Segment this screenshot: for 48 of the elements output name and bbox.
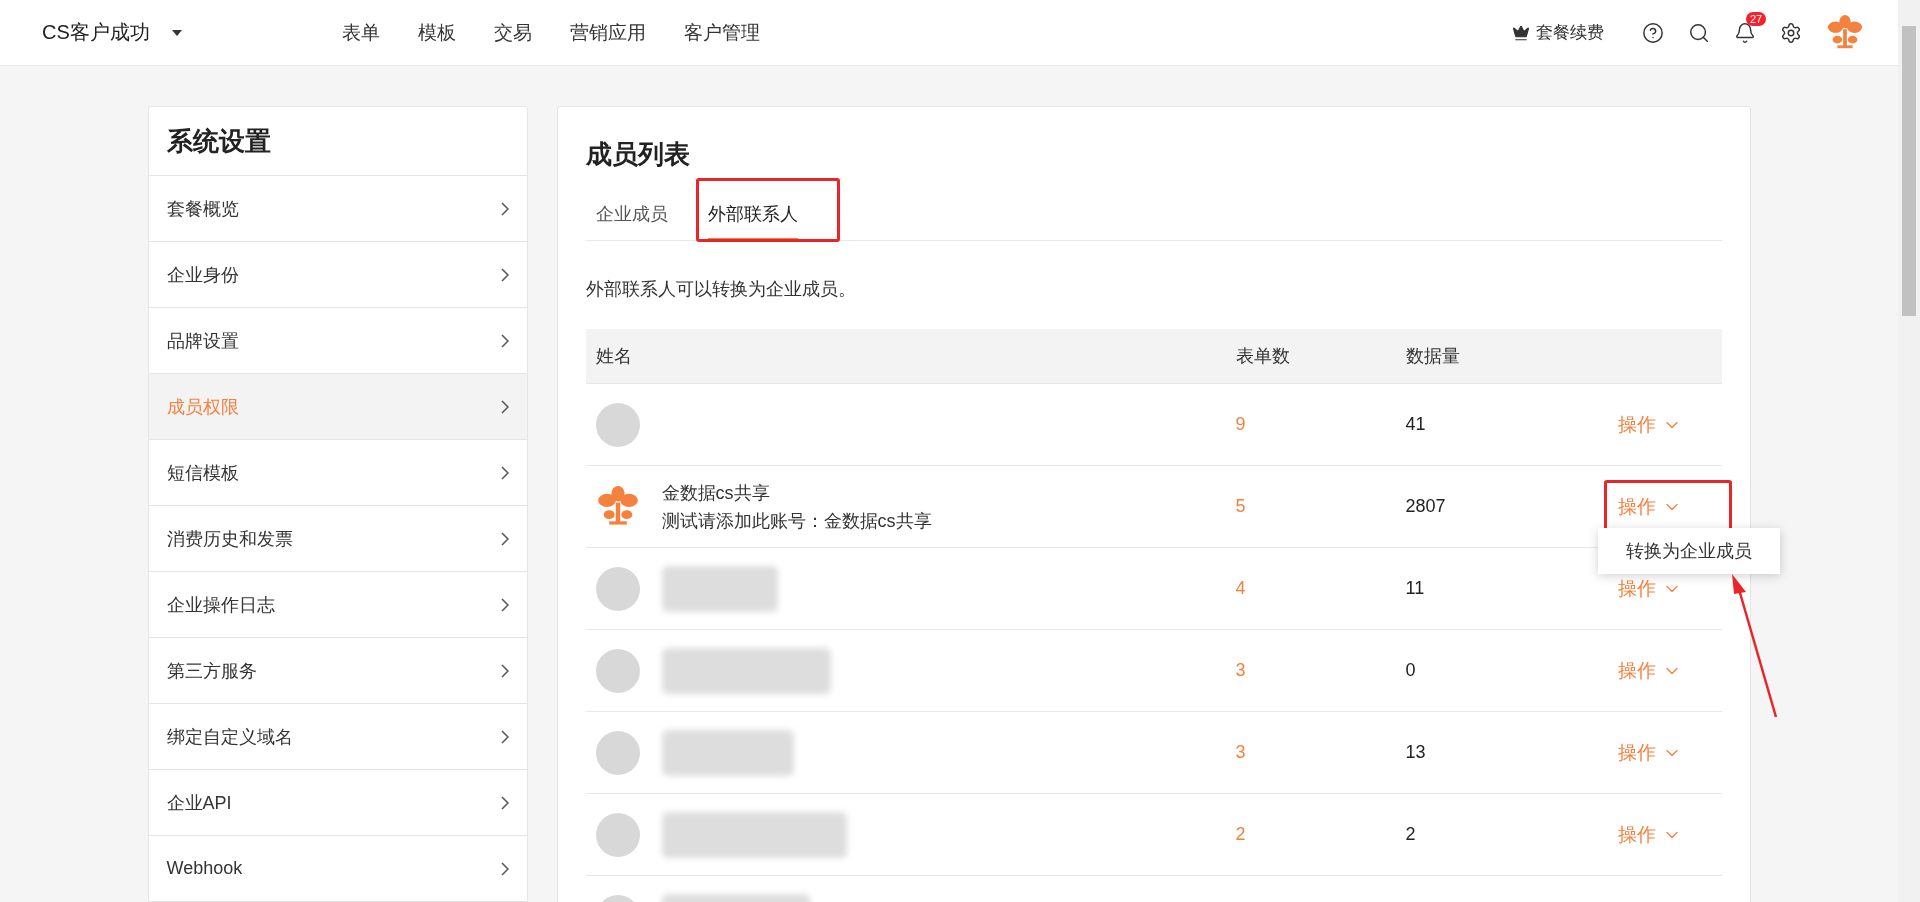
search-icon[interactable] [1688, 21, 1710, 44]
scrollbar[interactable] [1898, 0, 1920, 902]
bell-icon[interactable] [1734, 21, 1756, 44]
panel-title: 成员列表 [585, 138, 691, 171]
form-count: 3 [1235, 660, 1247, 681]
caret-icon[interactable] [171, 29, 182, 36]
form-count: 3 [1235, 742, 1247, 763]
chevron-right-icon [500, 861, 509, 876]
chevron-right-icon [500, 333, 509, 348]
data-count: 11 [1405, 578, 1426, 599]
chevron-right-icon [500, 795, 509, 810]
data-count: 2807 [1405, 496, 1447, 517]
settings-icon[interactable] [1780, 21, 1802, 44]
data-count: 0 [1405, 660, 1417, 681]
nav-link[interactable]: 模板 [417, 19, 456, 46]
nav-link[interactable]: 营销应用 [569, 19, 646, 46]
chevron-right-icon [500, 597, 509, 612]
tab[interactable]: 外部联系人 [707, 192, 798, 240]
data-count: 2 [1405, 824, 1417, 845]
form-count: 2 [1235, 824, 1247, 845]
chevron-right-icon [500, 267, 509, 282]
data-count: 13 [1405, 742, 1427, 763]
form-count: 9 [1235, 414, 1247, 435]
brand-name[interactable]: CS客户成功 [42, 19, 150, 46]
renew-link[interactable]: 套餐续费 [1512, 21, 1604, 44]
column-header: 数据量 [1405, 345, 1461, 368]
chevron-right-icon [500, 663, 509, 678]
tab[interactable]: 企业成员 [595, 192, 668, 240]
member-name: 金数据cs共享 [661, 481, 771, 505]
form-count: 5 [1235, 496, 1247, 517]
form-count: 4 [1235, 578, 1247, 599]
help-icon[interactable] [1642, 21, 1664, 44]
menu-item[interactable]: 转换为企业成员 [1625, 540, 1752, 561]
chevron-right-icon [500, 531, 509, 546]
data-count: 41 [1405, 414, 1427, 435]
chevron-right-icon [500, 729, 509, 744]
notification-badge: 27 [1746, 11, 1767, 26]
nav-link[interactable]: 表单 [341, 19, 380, 46]
column-header: 表单数 [1235, 345, 1291, 368]
chevron-right-icon [500, 399, 509, 414]
chevron-right-icon [500, 201, 509, 216]
member-note: 测试请添加此账号：金数据cs共享 [661, 509, 932, 533]
crown-icon [1512, 23, 1530, 42]
nav-link[interactable]: 交易 [493, 19, 532, 46]
nav-link[interactable]: 客户管理 [683, 19, 760, 46]
chevron-right-icon [500, 465, 509, 480]
description-text: 外部联系人可以转换为企业成员。 [585, 278, 857, 301]
column-header: 姓名 [595, 345, 633, 368]
